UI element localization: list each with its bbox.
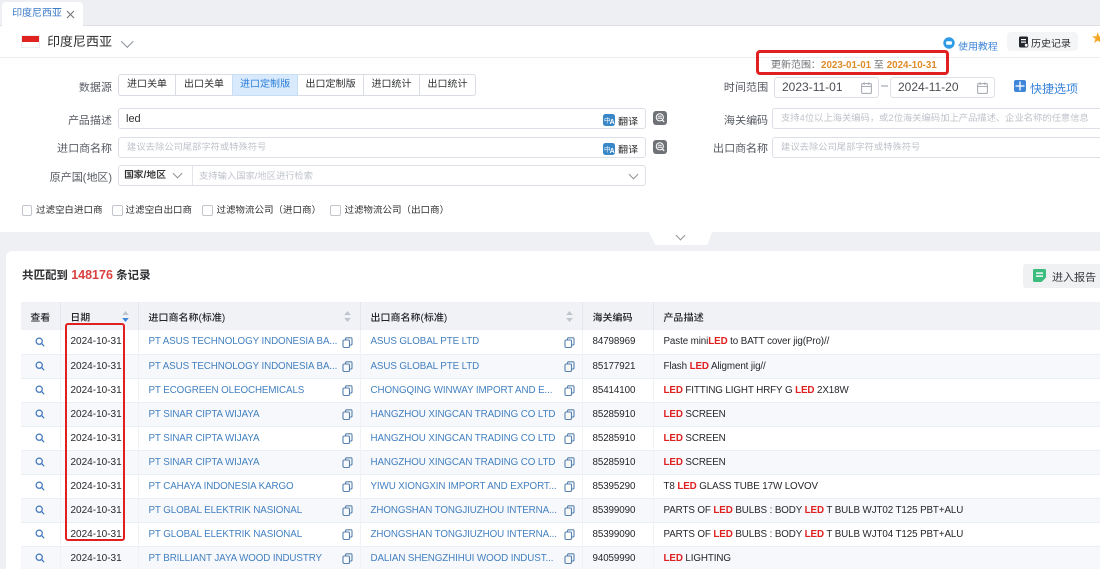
svg-text:A: A (610, 147, 615, 154)
svg-text:A: A (610, 119, 615, 126)
